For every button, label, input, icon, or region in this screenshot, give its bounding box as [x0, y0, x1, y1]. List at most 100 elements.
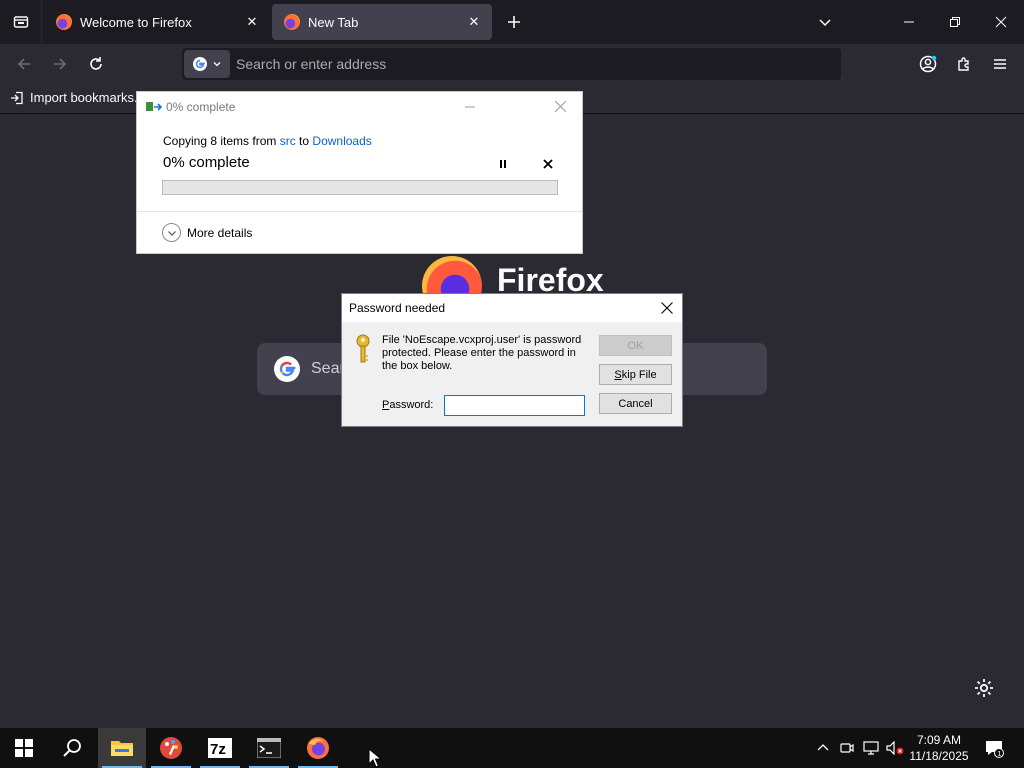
terminal-icon — [257, 738, 281, 758]
firefox-favicon-icon — [284, 14, 300, 30]
folder-icon — [111, 741, 133, 756]
key-icon — [356, 334, 370, 363]
import-bookmarks-button[interactable]: Import bookmarks... — [10, 90, 145, 105]
close-icon — [543, 159, 553, 169]
puzzle-icon — [958, 57, 969, 71]
reload-button[interactable] — [80, 48, 112, 80]
password-dialog-title: Password needed — [349, 301, 446, 315]
taskbar-paint[interactable] — [147, 728, 195, 768]
copy-status-text: 0% complete — [163, 154, 250, 171]
password-close-button[interactable] — [652, 294, 682, 322]
firefox-view-button[interactable] — [0, 0, 42, 44]
svg-text:7z: 7z — [210, 741, 226, 758]
close-tab-icon[interactable]: ✕ — [240, 10, 264, 34]
copy-dialog-title: 0% complete — [166, 99, 236, 114]
copy-description-middle: to — [295, 134, 313, 148]
taskbar-firefox[interactable] — [294, 728, 342, 768]
action-center-button[interactable]: 1 — [980, 728, 1008, 768]
copy-progress-bar — [162, 180, 558, 195]
tab-new-tab[interactable]: New Tab ✕ — [272, 4, 492, 40]
pause-icon — [500, 160, 506, 168]
google-icon — [274, 356, 300, 382]
network-button[interactable] — [860, 728, 882, 768]
taskbar-terminal[interactable] — [245, 728, 293, 768]
list-all-tabs-button[interactable] — [802, 0, 848, 44]
tab-bar: Welcome to Firefox ✕ New Tab ✕ — [0, 0, 1024, 44]
plus-icon — [508, 16, 520, 28]
chevron-down-circle-icon — [162, 223, 181, 242]
copy-progress-dialog: 0% complete Copying 8 items from src to … — [136, 91, 583, 254]
ok-button[interactable]: OK — [599, 335, 672, 356]
meet-now-button[interactable] — [836, 728, 858, 768]
taskbar-7zip[interactable]: 7z — [196, 728, 244, 768]
import-icon — [11, 91, 23, 104]
address-input[interactable] — [236, 56, 816, 72]
start-button[interactable] — [0, 728, 48, 768]
new-tab-button[interactable] — [500, 8, 528, 36]
notification-count: 1 — [997, 749, 1001, 758]
skip-file-accel: S — [614, 368, 622, 381]
pause-button[interactable] — [493, 154, 513, 174]
google-icon — [193, 57, 207, 71]
skip-file-rest: kip File — [621, 368, 657, 381]
search-icon — [63, 739, 81, 757]
close-tab-icon[interactable]: ✕ — [462, 10, 486, 34]
search-engine-button[interactable] — [184, 50, 230, 78]
close-icon — [995, 16, 1007, 28]
address-bar[interactable] — [182, 48, 841, 80]
taskbar-file-explorer[interactable] — [98, 728, 146, 768]
camera-icon — [840, 743, 854, 753]
source-folder-link[interactable]: src — [280, 134, 296, 148]
tab-title: New Tab — [308, 14, 359, 30]
password-dialog-titlebar: Password needed — [342, 294, 682, 322]
password-message: File 'NoEscape.vcxproj.user' is password… — [382, 334, 582, 372]
arrow-left-icon — [17, 58, 30, 70]
app-menu-button[interactable] — [984, 48, 1016, 80]
clock-time: 7:09 AM — [916, 733, 962, 747]
forward-button[interactable] — [44, 48, 76, 80]
password-dialog: Password needed File 'NoEscape.vcxproj.u… — [341, 293, 683, 427]
navigation-toolbar — [0, 44, 1024, 84]
destination-folder-link[interactable]: Downloads — [312, 134, 371, 148]
hamburger-menu-icon — [994, 59, 1006, 69]
minimize-button[interactable] — [886, 0, 932, 44]
cancel-copy-button[interactable] — [538, 154, 558, 174]
volume-button[interactable] — [884, 728, 906, 768]
firefox-view-icon — [13, 16, 28, 28]
copy-minimize-button[interactable] — [450, 92, 490, 121]
reload-icon — [90, 57, 102, 70]
network-icon — [863, 741, 879, 755]
minimize-icon — [904, 21, 914, 23]
more-details-toggle[interactable]: More details — [162, 223, 252, 242]
notification-icon: 1 — [986, 741, 1004, 758]
more-details-label: More details — [187, 225, 253, 240]
chevron-down-icon — [213, 62, 221, 67]
7zip-icon: 7z — [208, 738, 232, 758]
clock-date: 11/18/2025 — [909, 749, 969, 763]
skip-file-button[interactable]: Skip File — [599, 364, 672, 385]
restore-icon — [950, 17, 960, 27]
copy-description: Copying 8 items from src to Downloads — [163, 134, 372, 148]
password-label: Password: — [382, 399, 433, 411]
password-label-rest: assword: — [389, 399, 434, 411]
close-window-button[interactable] — [978, 0, 1024, 44]
tab-title: Welcome to Firefox — [80, 14, 192, 30]
search-button[interactable] — [48, 728, 96, 768]
gear-icon[interactable] — [972, 676, 996, 700]
copy-close-button[interactable] — [540, 92, 580, 121]
firefox-favicon-icon — [56, 14, 72, 30]
copy-description-prefix: Copying 8 items from — [163, 134, 280, 148]
tab-welcome-to-firefox[interactable]: Welcome to Firefox ✕ — [44, 4, 270, 40]
taskbar: 7z 7:09 AM 11/18/2025 1 — [0, 728, 1024, 768]
account-button[interactable] — [912, 48, 944, 80]
account-icon — [919, 55, 937, 73]
mouse-pointer-icon — [368, 748, 382, 768]
windows-logo-icon — [15, 739, 33, 757]
back-button[interactable] — [8, 48, 40, 80]
cancel-button[interactable]: Cancel — [599, 393, 672, 414]
extensions-button[interactable] — [948, 48, 980, 80]
taskbar-clock[interactable]: 7:09 AM 11/18/2025 — [904, 732, 974, 764]
show-hidden-icons-button[interactable] — [812, 728, 834, 768]
password-input[interactable] — [444, 395, 585, 416]
restore-button[interactable] — [932, 0, 978, 44]
